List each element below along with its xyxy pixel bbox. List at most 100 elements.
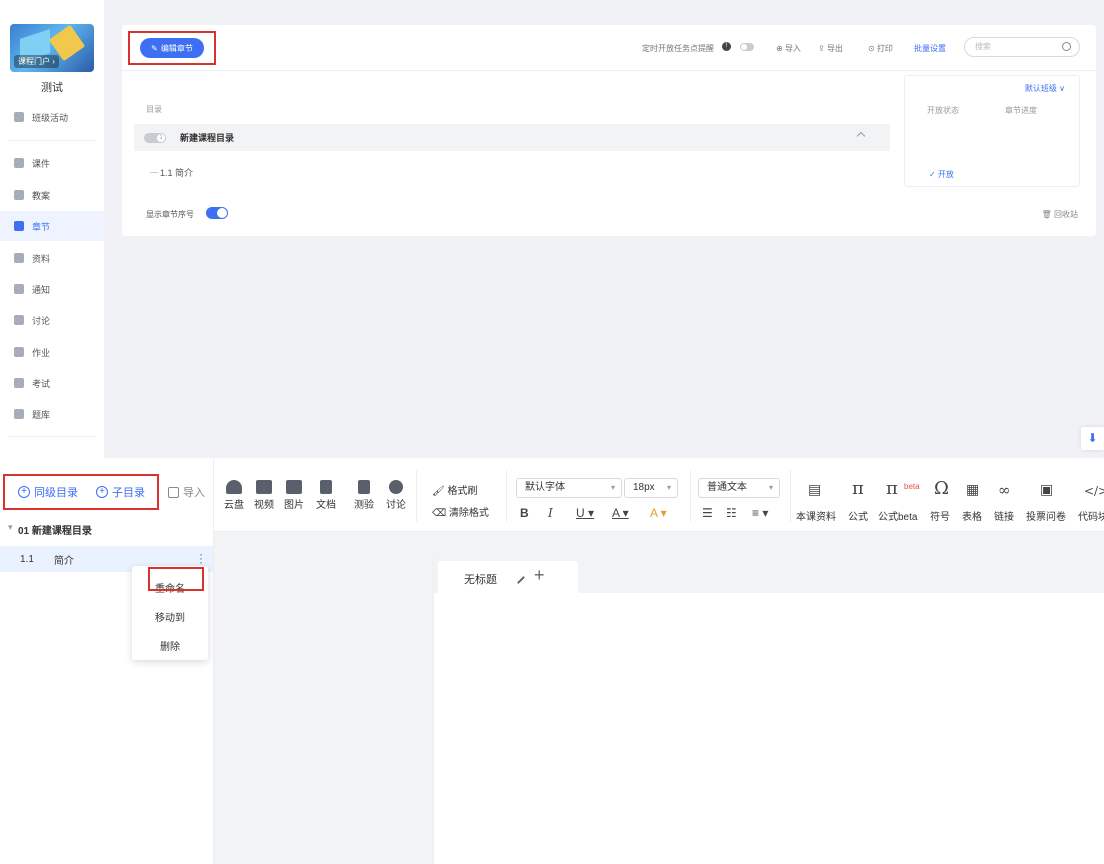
sidebar-item-discussion[interactable]: 讨论: [0, 305, 104, 335]
toolbar-divider: [790, 470, 791, 522]
open-status-value[interactable]: ✓ 开放: [929, 169, 954, 180]
info-icon[interactable]: !: [722, 42, 731, 51]
paragraph-style-select[interactable]: 普通文本: [698, 478, 780, 498]
bold-icon[interactable]: B: [520, 506, 529, 520]
sidebar-divider: [8, 436, 96, 437]
course-sidebar: 课程门户 › 测试 班级活动 课件 教案 章节 资料 通知 讨论 作业 考试 题…: [0, 0, 104, 458]
sidebar-item-lesson-plan[interactable]: 教案: [0, 180, 104, 210]
highlight-color-icon[interactable]: A ▾: [650, 506, 667, 520]
document-button[interactable]: 文档: [316, 480, 336, 511]
lesson-file-icon: [14, 190, 24, 200]
chapter-number-badge: 1: [144, 132, 166, 143]
font-color-icon[interactable]: A ▾: [612, 506, 629, 520]
formula-button[interactable]: 公式: [848, 508, 868, 523]
collapse-icon[interactable]: [856, 131, 866, 141]
toolbar-divider: [506, 470, 507, 522]
more-options-icon[interactable]: · · ·: [199, 548, 203, 568]
card-divider: [122, 70, 1096, 71]
section-item[interactable]: 1.1 简介: [149, 166, 193, 179]
font-family-select[interactable]: 默认字体: [516, 478, 622, 498]
chapter-editor-screenshot: +同级目录 +子目录 导入 01 新建课程目录 1.1 简介 ··· 重命名 移…: [0, 458, 1104, 864]
chapter-page-screenshot: 课程门户 › 测试 班级活动 课件 教案 章节 资料 通知 讨论 作业 考试 题…: [0, 0, 1104, 458]
video-button[interactable]: 视频: [254, 480, 274, 511]
sidebar-item-question-bank[interactable]: 题库: [0, 399, 104, 429]
question-bank-icon: [14, 409, 24, 419]
toolbar-divider: [416, 470, 417, 522]
sidebar-item-exam[interactable]: 考试: [0, 368, 104, 398]
reminder-label: 定时开放任务点提醒: [642, 44, 714, 53]
sidebar-item-homework[interactable]: 作业: [0, 337, 104, 367]
course-portal-link[interactable]: 课程门户 ›: [14, 55, 59, 68]
import-link[interactable]: ⊕ 导入: [776, 43, 801, 54]
course-name: 测试: [41, 82, 63, 94]
doc-title[interactable]: 无标题: [464, 571, 497, 587]
course-cover[interactable]: 课程门户 ›: [10, 24, 94, 72]
underline-icon[interactable]: U ▾: [576, 506, 594, 520]
align-icon[interactable]: ☰: [702, 506, 713, 520]
class-select[interactable]: 默认班级 ∨: [1025, 83, 1065, 94]
batch-settings-link[interactable]: 批量设置: [914, 43, 946, 54]
italic-icon[interactable]: I: [548, 506, 553, 520]
progress-header: 章节进度: [1005, 106, 1037, 115]
chapter-icon: [14, 221, 24, 231]
clear-format-button[interactable]: ⌫ 清除格式: [432, 504, 489, 519]
edit-chapter-button[interactable]: ✎ 编辑章节: [140, 38, 204, 58]
delete-menu-item[interactable]: 删除: [132, 638, 208, 653]
plus-circle-icon: +: [96, 486, 108, 498]
table-icon: ▦: [966, 482, 980, 498]
status-panel: 默认班级 ∨ 开放状态 章节进度 ✓ 开放: [904, 75, 1080, 187]
formula-icon: π: [852, 478, 864, 499]
image-button[interactable]: 图片: [284, 480, 304, 511]
cloud-disk-button[interactable]: 云盘: [224, 480, 244, 511]
sidebar-item-class-activity[interactable]: 班级活动: [0, 102, 104, 132]
tree-chapter-item[interactable]: 01 新建课程目录: [8, 522, 92, 537]
course-materials-button[interactable]: 本课资料: [796, 508, 836, 523]
export-link[interactable]: ⇪ 导出: [818, 43, 843, 54]
list-icon[interactable]: ≡ ▾: [752, 506, 768, 520]
directory-label: 目录: [146, 105, 162, 114]
sidebar-item-courseware[interactable]: 课件: [0, 148, 104, 178]
import-icon: [168, 486, 179, 498]
add-sibling-button[interactable]: + 同级目录: [18, 484, 78, 500]
tree-import-button[interactable]: 导入: [168, 484, 205, 500]
show-number-label: 显示章节序号: [146, 210, 194, 219]
link-button[interactable]: 链接: [994, 508, 1014, 523]
symbol-button[interactable]: 符号: [930, 508, 950, 523]
print-link[interactable]: ⊙ 打印: [868, 43, 893, 54]
folder-icon: [14, 253, 24, 263]
document-icon: [320, 480, 332, 494]
recycle-bin-link[interactable]: 🗑 回收站: [1042, 209, 1078, 220]
chapter-title: 新建课程目录: [180, 133, 235, 143]
video-icon: [256, 480, 272, 494]
doc-tab[interactable]: [438, 561, 578, 593]
document-area[interactable]: 无标题 +: [433, 555, 1104, 864]
table-button[interactable]: 表格: [962, 508, 982, 523]
add-tab-icon[interactable]: +: [534, 565, 545, 586]
sidebar-item-chapter[interactable]: 章节: [0, 211, 104, 241]
search-input[interactable]: 搜索: [964, 37, 1080, 57]
quiz-button[interactable]: 测验: [354, 480, 374, 511]
format-painter-button[interactable]: 🖌 格式刷: [432, 482, 477, 497]
chapter-row[interactable]: 1 新建课程目录: [134, 124, 890, 151]
formula-beta-button[interactable]: 公式beta: [878, 508, 917, 523]
font-size-select[interactable]: 18px: [624, 478, 678, 498]
show-number-toggle[interactable]: [206, 207, 228, 219]
discussion-button[interactable]: 讨论: [386, 480, 406, 511]
sidebar-divider: [8, 140, 96, 141]
beta-badge: beta: [904, 482, 920, 491]
context-menu: 重命名 移动到 删除: [132, 566, 208, 660]
chat-icon: [14, 315, 24, 325]
link-icon: ∞: [998, 481, 1011, 499]
course-materials-icon: ▤: [808, 482, 822, 498]
vote-button[interactable]: 投票问卷: [1026, 508, 1066, 523]
code-block-button[interactable]: 代码块: [1078, 508, 1104, 523]
sidebar-item-materials[interactable]: 资料: [0, 243, 104, 273]
move-to-menu-item[interactable]: 移动到: [132, 609, 208, 624]
add-child-button[interactable]: + 子目录: [96, 484, 145, 500]
rename-menu-item[interactable]: 重命名: [132, 580, 208, 595]
indent-icon[interactable]: ☷: [726, 506, 737, 520]
quiz-icon: [358, 480, 370, 494]
download-icon[interactable]: ⬇: [1081, 427, 1104, 450]
sidebar-item-notice[interactable]: 通知: [0, 274, 104, 304]
reminder-toggle[interactable]: [740, 43, 754, 51]
